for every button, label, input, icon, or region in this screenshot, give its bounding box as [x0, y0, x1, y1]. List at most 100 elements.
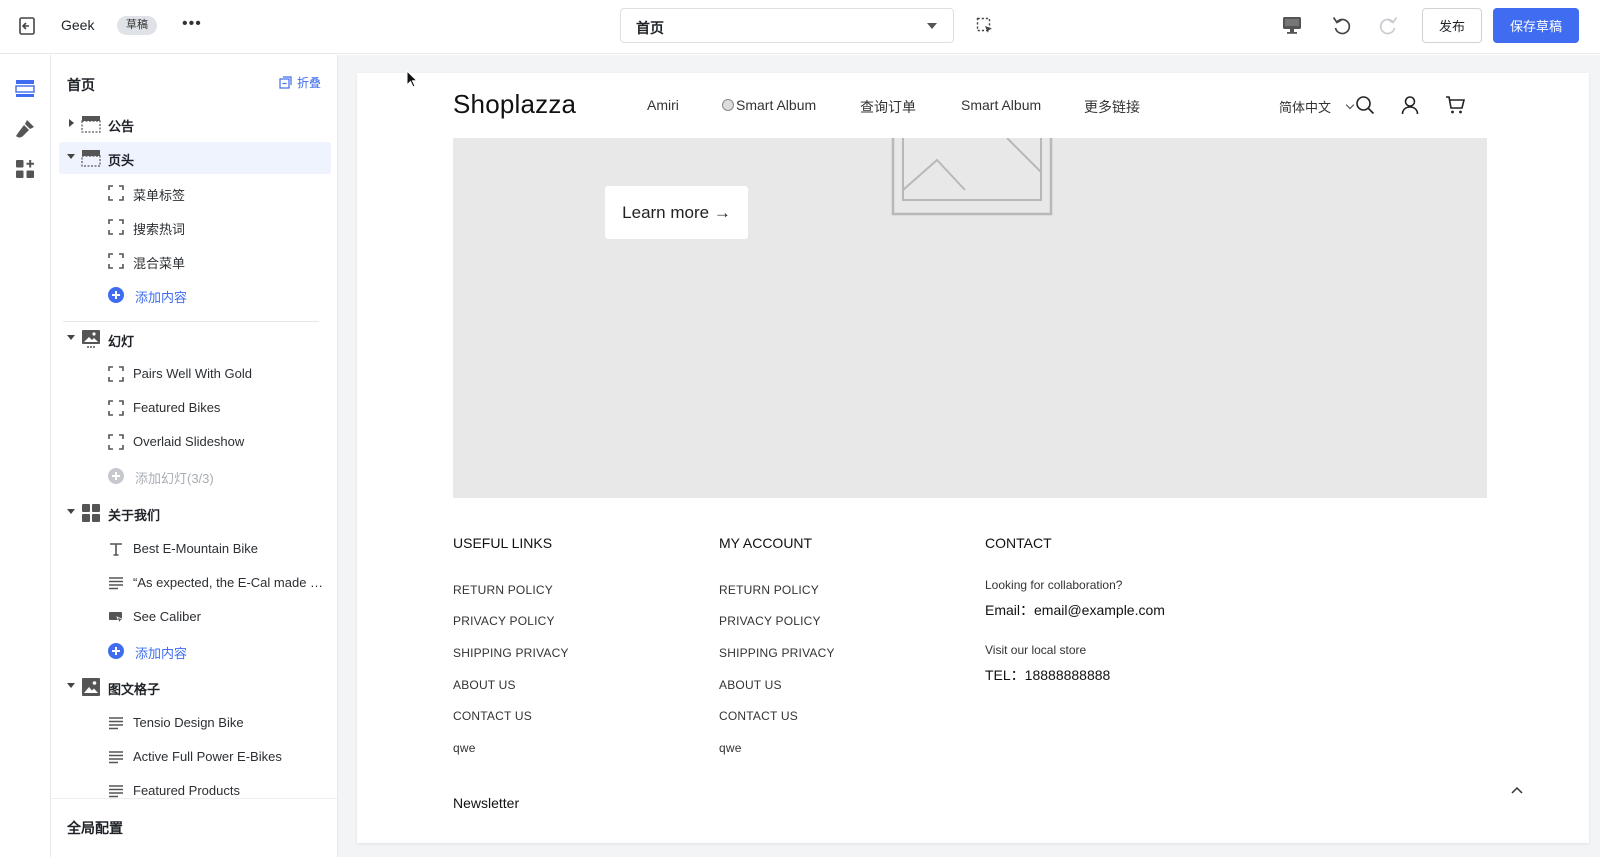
chevron-down-icon [927, 23, 937, 29]
footer-link[interactable]: ABOUT US [453, 678, 516, 692]
nav-link[interactable]: Smart Album [961, 97, 1041, 113]
storefront-preview: Shoplazza Amiri Smart Album 查询订单 Smart A… [357, 73, 1589, 843]
undo-icon[interactable] [1331, 14, 1353, 36]
paragraph-icon [109, 577, 123, 590]
global-settings-title: 全局配置 [67, 820, 123, 836]
store-logo[interactable]: Shoplazza [453, 89, 576, 120]
block-item[interactable]: “As expected, the E-Cal made the long cl… [59, 567, 331, 599]
grid-icon [82, 504, 100, 522]
collapse-all-button[interactable]: 折叠 [279, 74, 321, 91]
text-icon [110, 543, 122, 556]
image-placeholder-icon [891, 138, 1053, 216]
footer-link[interactable]: RETURN POLICY [719, 583, 819, 597]
section-announcement[interactable]: 公告 [59, 108, 331, 140]
section-tree-panel: 首页 折叠 公告 页头 菜单标签 搜索热词 混合菜单 添加内容 幻灯 Pairs… [51, 55, 338, 857]
block-label: Pairs Well With Gold [133, 366, 252, 381]
add-content-label: 添加内容 [135, 646, 188, 661]
block-item[interactable]: Overlaid Slideshow [59, 426, 331, 458]
nav-link-label: Smart Album [736, 97, 817, 113]
chevron-down-icon[interactable] [67, 335, 75, 340]
add-content-button[interactable]: 添加内容 [59, 279, 331, 311]
global-settings[interactable]: 全局配置 [51, 798, 337, 857]
block-item[interactable]: 菜单标签 [59, 177, 331, 209]
footer-link[interactable]: PRIVACY POLICY [719, 614, 821, 628]
plus-circle-icon [108, 468, 124, 484]
header-icon [81, 150, 101, 167]
contact-question: Looking for collaboration? [985, 578, 1123, 592]
element-picker-icon[interactable] [976, 17, 994, 35]
nav-link[interactable]: Smart Album [722, 97, 816, 113]
block-label: Best E-Mountain Bike [133, 541, 259, 556]
section-header[interactable]: 页头 [59, 142, 331, 174]
theme-style-icon[interactable] [14, 118, 36, 140]
footer-link[interactable]: qwe [453, 741, 476, 755]
exit-editor-icon[interactable] [16, 15, 38, 37]
chevron-down-icon[interactable] [67, 509, 75, 514]
save-draft-button[interactable]: 保存草稿 [1493, 8, 1579, 43]
mouse-cursor-icon [406, 70, 418, 88]
footer-link[interactable]: ABOUT US [719, 678, 782, 692]
slideshow-icon [82, 330, 100, 348]
block-label: See Caliber [133, 609, 201, 624]
page-select[interactable]: 首页 [620, 8, 954, 43]
desktop-preview-icon[interactable] [1282, 15, 1302, 35]
collapse-label: 折叠 [297, 76, 322, 90]
back-to-top-icon[interactable] [1510, 785, 1524, 795]
cart-icon[interactable] [1445, 95, 1465, 115]
top-bar: Geek 草稿 ••• 首页 发布 保存草稿 [0, 0, 1600, 54]
sections-icon[interactable] [14, 77, 36, 99]
section-about-us[interactable]: 关于我们 [59, 497, 331, 529]
footer-link[interactable]: SHIPPING PRIVACY [719, 646, 835, 660]
hero-slideshow[interactable]: Learn more → [453, 138, 1487, 498]
add-content-label: 添加内容 [135, 290, 188, 305]
footer-link[interactable]: SHIPPING PRIVACY [453, 646, 569, 660]
newsletter-title: Newsletter [453, 795, 520, 811]
footer-link[interactable]: RETURN POLICY [453, 583, 553, 597]
block-item[interactable]: Featured Bikes [59, 392, 331, 424]
footer-column-title: CONTACT [985, 535, 1052, 551]
footer-link[interactable]: qwe [719, 741, 742, 755]
publish-button[interactable]: 发布 [1422, 8, 1482, 43]
chevron-right-icon[interactable] [69, 119, 74, 127]
chevron-down-icon[interactable] [67, 683, 75, 688]
block-frame-icon [108, 366, 124, 382]
block-label: “As expected, the E-Cal made the long cl… [133, 575, 325, 590]
section-label: 关于我们 [108, 508, 161, 523]
section-image-text[interactable]: 图文格子 [59, 671, 331, 703]
panel-title: 首页 [67, 77, 95, 93]
block-item[interactable]: Best E-Mountain Bike [59, 533, 331, 565]
paragraph-icon [109, 751, 123, 764]
block-item[interactable]: 搜索热词 [59, 211, 331, 243]
paragraph-icon [109, 717, 123, 730]
section-label: 页头 [108, 153, 135, 168]
footer-link[interactable]: CONTACT US [453, 709, 532, 723]
nav-link[interactable]: Amiri [647, 97, 679, 113]
block-frame-icon [108, 219, 124, 235]
block-item[interactable]: 混合菜单 [59, 245, 331, 277]
chevron-down-icon[interactable] [67, 154, 75, 159]
redo-icon[interactable] [1377, 14, 1399, 36]
block-item[interactable]: See Caliber [59, 601, 331, 633]
section-label: 公告 [108, 119, 135, 134]
button-block-icon [109, 612, 124, 625]
search-icon[interactable] [1355, 95, 1375, 115]
more-options-icon[interactable]: ••• [182, 15, 202, 33]
section-slideshow[interactable]: 幻灯 [59, 323, 331, 355]
account-icon[interactable] [1400, 95, 1420, 115]
footer-link[interactable]: PRIVACY POLICY [453, 614, 555, 628]
nav-link[interactable]: 更多链接 [1084, 97, 1140, 117]
block-label: Active Full Power E-Bikes [133, 749, 282, 764]
block-label: 混合菜单 [133, 256, 186, 271]
nav-link[interactable]: 查询订单 [860, 97, 916, 117]
language-selector[interactable]: 简体中文 [1279, 97, 1331, 116]
learn-more-button[interactable]: Learn more → [605, 186, 748, 239]
footer-link[interactable]: CONTACT US [719, 709, 798, 723]
apps-icon[interactable] [14, 158, 36, 180]
announcement-icon [81, 116, 101, 133]
add-content-button[interactable]: 添加内容 [59, 635, 331, 667]
block-item[interactable]: Pairs Well With Gold [59, 358, 331, 390]
paragraph-icon [109, 785, 123, 798]
block-item[interactable]: Tensio Design Bike [59, 707, 331, 739]
block-item[interactable]: Active Full Power E-Bikes [59, 741, 331, 773]
block-label: 搜索热词 [133, 222, 186, 237]
